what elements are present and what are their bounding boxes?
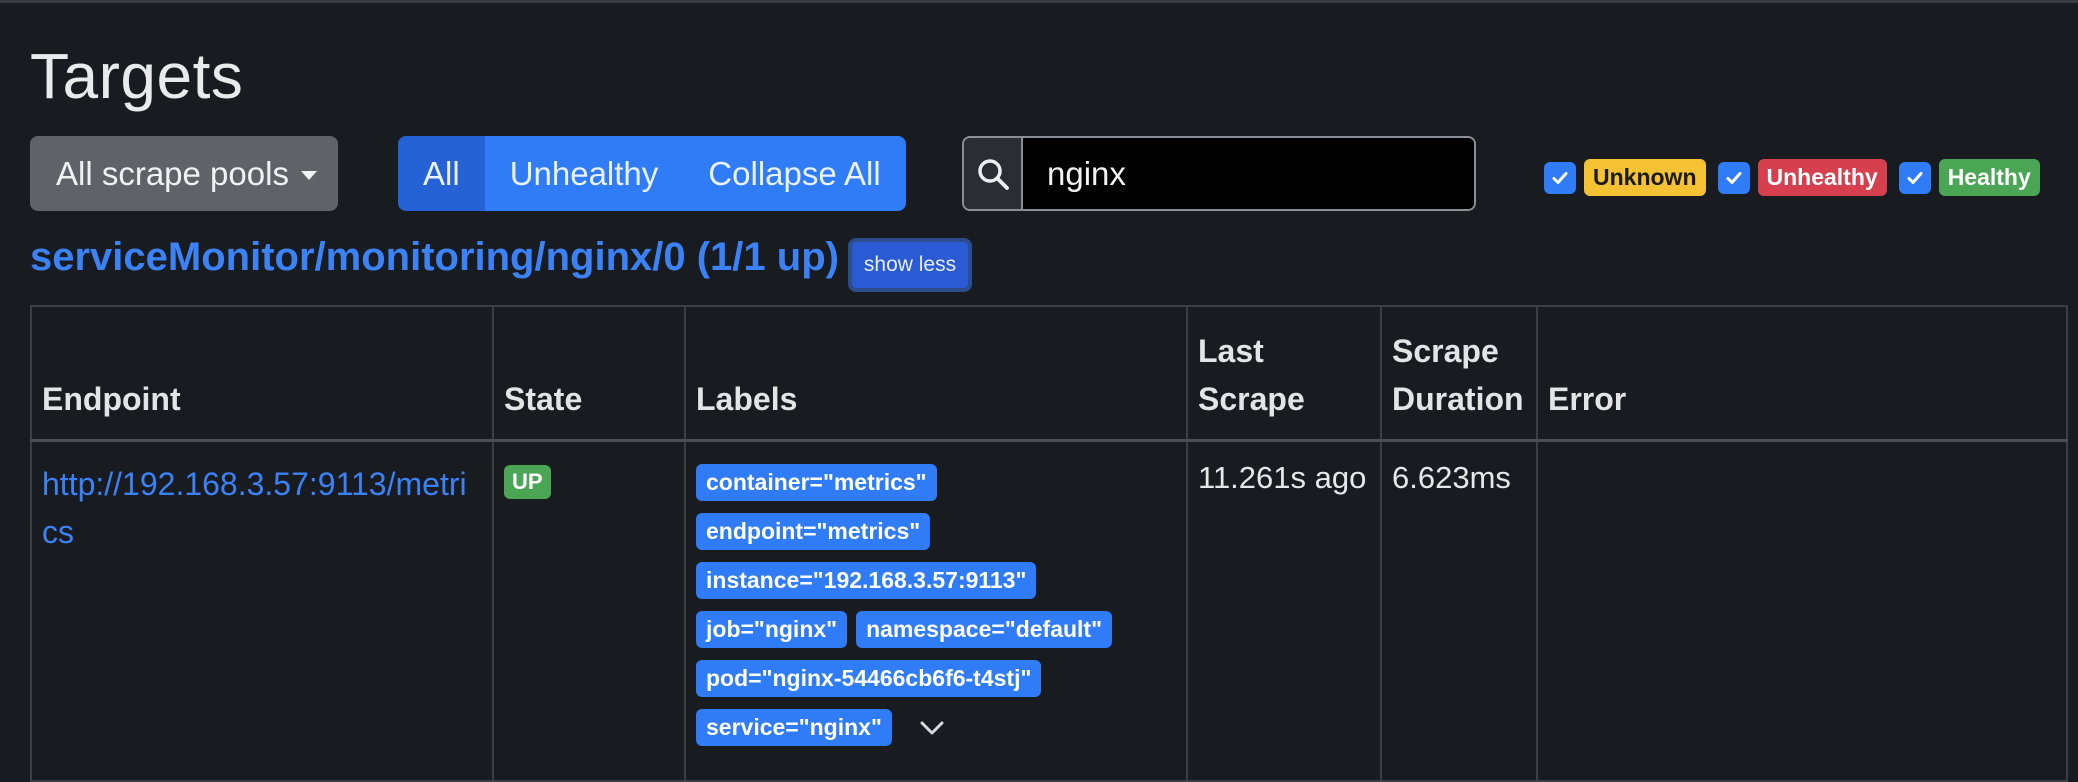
scrape-duration-cell: 6.623ms: [1380, 439, 1538, 782]
check-icon: [1907, 171, 1923, 184]
last-scrape-cell: 11.261s ago: [1186, 439, 1382, 782]
col-header-error: Error: [1536, 305, 2068, 442]
col-header-last-scrape-label: Last Scrape: [1198, 333, 1305, 417]
state-badge: UP: [504, 465, 551, 499]
page-title: Targets: [30, 40, 244, 112]
collapse-all-button[interactable]: Collapse All: [683, 136, 906, 211]
show-less-button[interactable]: show less: [848, 238, 972, 292]
endpoint-cell: http://192.168.3.57:9113/metrics: [30, 439, 494, 782]
filter-button-group: All Unhealthy Collapse All: [398, 136, 906, 211]
scrape-pool-dropdown-label: All scrape pools: [56, 154, 289, 192]
col-header-last-scrape: Last Scrape: [1186, 305, 1382, 442]
col-header-scrape-duration-label: Scrape Duration: [1392, 333, 1524, 417]
unhealthy-badge: Unhealthy: [1757, 159, 1887, 196]
targets-table: Endpoint State Labels Last Scrape Scrape…: [30, 305, 2068, 782]
chevron-down-icon[interactable]: [919, 709, 945, 746]
label-badge: namespace="default": [856, 611, 1112, 648]
labels-cell: container="metrics" endpoint="metrics" i…: [684, 439, 1188, 782]
col-header-scrape-duration: Scrape Duration: [1380, 305, 1538, 442]
scrape-pool-heading-link[interactable]: serviceMonitor/monitoring/nginx/0 (1/1 u…: [30, 235, 839, 280]
label-badge: instance="192.168.3.57:9113": [696, 562, 1037, 599]
endpoint-link[interactable]: http://192.168.3.57:9113/metrics: [42, 460, 482, 556]
error-cell: [1536, 439, 2068, 782]
unknown-checkbox[interactable]: [1544, 161, 1576, 194]
healthy-badge: Healthy: [1938, 159, 2040, 196]
labels-list: container="metrics" endpoint="metrics" i…: [696, 460, 1176, 746]
label-badge: container="metrics": [696, 464, 937, 501]
label-badge: endpoint="metrics": [696, 513, 931, 550]
col-header-state: State: [492, 305, 686, 442]
label-badge: job="nginx": [696, 611, 848, 648]
col-header-labels: Labels: [684, 305, 1188, 442]
label-badge: service="nginx": [696, 709, 892, 746]
state-cell: UP: [492, 439, 686, 782]
unknown-badge: Unknown: [1584, 159, 1706, 196]
check-icon: [1552, 171, 1568, 184]
table-header-row: Endpoint State Labels Last Scrape Scrape…: [30, 305, 2068, 442]
check-icon: [1726, 171, 1741, 184]
search-box: [962, 136, 1476, 211]
scrape-pool-dropdown[interactable]: All scrape pools: [30, 136, 338, 211]
search-icon: [964, 138, 1023, 209]
search-input[interactable]: [1023, 138, 1474, 209]
caret-down-icon: [300, 171, 317, 180]
filter-all-button[interactable]: All: [398, 136, 485, 211]
label-badge: pod="nginx-54466cb6f6-t4stj": [696, 660, 1042, 697]
col-header-endpoint: Endpoint: [30, 305, 494, 442]
healthy-checkbox[interactable]: [1898, 161, 1931, 194]
table-row: http://192.168.3.57:9113/metrics UP cont…: [30, 439, 2068, 782]
filter-unhealthy-button[interactable]: Unhealthy: [484, 136, 684, 211]
unhealthy-checkbox[interactable]: [1717, 161, 1750, 194]
health-filters: Unknown Unhealthy Healthy: [1544, 159, 2044, 196]
